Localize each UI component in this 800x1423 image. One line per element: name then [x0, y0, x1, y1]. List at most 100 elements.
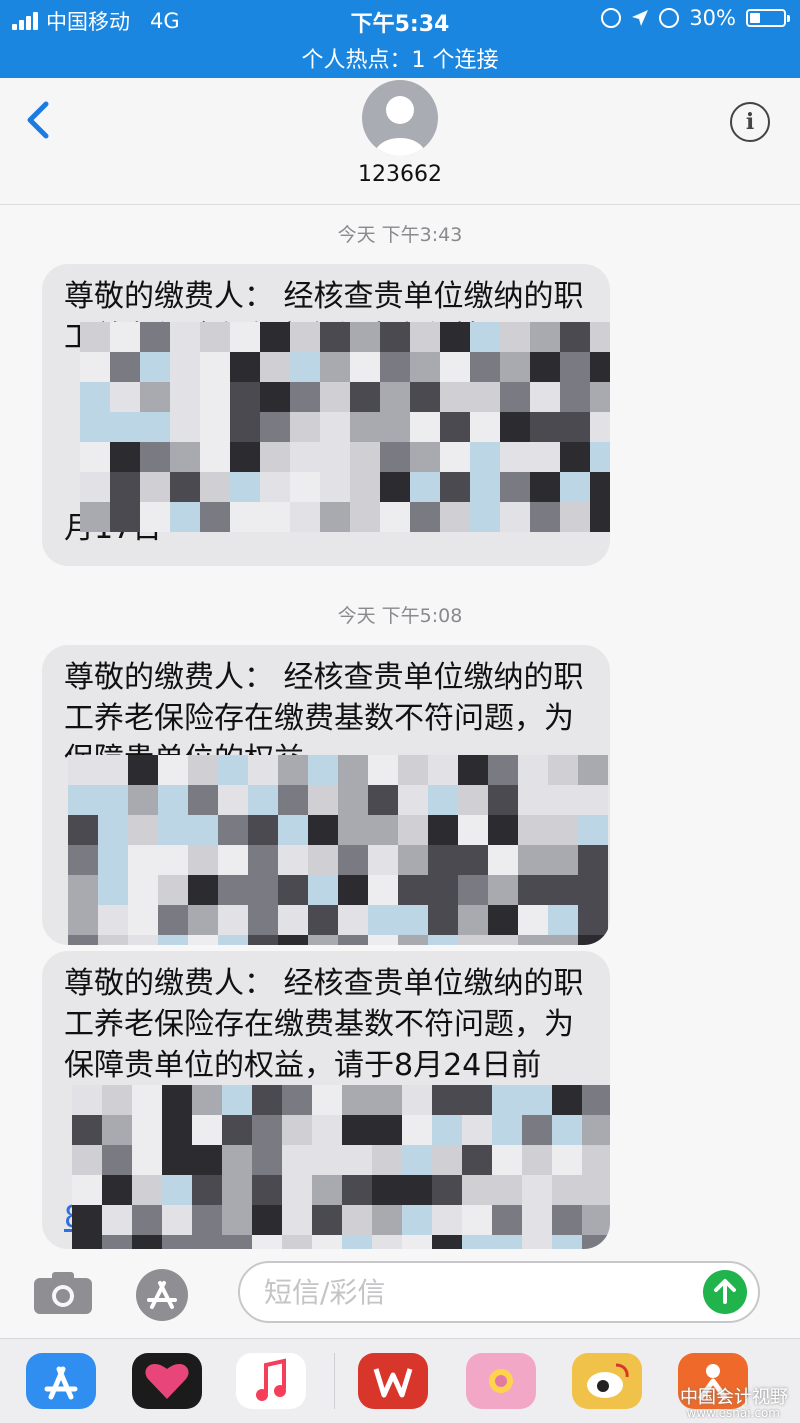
- mosaic-cell: [102, 1145, 132, 1175]
- mosaic-cell: [338, 875, 368, 905]
- mosaic-cell: [368, 905, 398, 935]
- mosaic-cell: [188, 845, 218, 875]
- mosaic-cell: [158, 815, 188, 845]
- app-drawer: [0, 1338, 800, 1423]
- mosaic-cell: [582, 1145, 610, 1175]
- chevron-left-icon[interactable]: [22, 100, 52, 140]
- mosaic-cell: [548, 845, 578, 875]
- message-input[interactable]: [238, 1261, 760, 1323]
- mosaic-cell: [312, 1175, 342, 1205]
- mosaic-cell: [380, 502, 410, 532]
- mosaic-cell: [222, 1115, 252, 1145]
- mosaic-cell: [128, 815, 158, 845]
- mosaic-cell: [192, 1115, 222, 1145]
- mosaic-cell: [110, 442, 140, 472]
- mosaic-cell: [548, 875, 578, 905]
- dock-app-store-icon[interactable]: [26, 1353, 96, 1409]
- mosaic-cell: [440, 352, 470, 382]
- mosaic-cell: [410, 322, 440, 352]
- message-bubble[interactable]: 尊敬的缴费人： 经核查贵单位缴纳的职工养老保险存在应参保未参保情况， 月17日: [42, 264, 610, 566]
- mosaic-cell: [432, 1175, 462, 1205]
- mosaic-cell: [492, 1085, 522, 1115]
- mosaic-cell: [282, 1235, 312, 1249]
- mosaic-cell: [312, 1085, 342, 1115]
- mosaic-cell: [128, 875, 158, 905]
- mosaic-cell: [162, 1235, 192, 1249]
- mosaic-cell: [518, 935, 548, 945]
- mosaic-cell: [128, 935, 158, 945]
- mosaic-cell: [312, 1205, 342, 1235]
- mosaic-cell: [188, 875, 218, 905]
- mosaic-cell: [282, 1085, 312, 1115]
- mosaic-cell: [290, 322, 320, 352]
- mosaic-cell: [522, 1235, 552, 1249]
- dock-weibo-icon[interactable]: [572, 1353, 642, 1409]
- timestamp: 今天 下午3:43: [337, 224, 463, 246]
- contact-avatar[interactable]: [362, 80, 438, 156]
- app-store-icon[interactable]: [136, 1269, 188, 1321]
- mosaic-cell: [470, 352, 500, 382]
- dock-heart-icon[interactable]: [132, 1353, 202, 1409]
- mosaic-cell: [68, 935, 98, 945]
- mosaic-cell: [140, 352, 170, 382]
- flower-glyph: [489, 1369, 513, 1393]
- mosaic-cell: [410, 442, 440, 472]
- mosaic-cell: [72, 1145, 102, 1175]
- mosaic-cell: [252, 1085, 282, 1115]
- hotspot-banner[interactable]: 个人热点：1 个连接: [0, 42, 800, 74]
- dock-wps-icon[interactable]: [358, 1353, 428, 1409]
- message-bubble[interactable]: 尊敬的缴费人： 经核查贵单位缴纳的职工养老保险存在缴费基数不符问题，为保障贵单位…: [42, 645, 610, 945]
- pixelated-redaction: [72, 1085, 610, 1249]
- mosaic-cell: [402, 1205, 432, 1235]
- mosaic-cell: [162, 1175, 192, 1205]
- mosaic-cell: [530, 412, 560, 442]
- mosaic-cell: [260, 502, 290, 532]
- mosaic-cell: [290, 472, 320, 502]
- mosaic-cell: [80, 472, 110, 502]
- mosaic-cell: [308, 785, 338, 815]
- mosaic-cell: [518, 905, 548, 935]
- mosaic-cell: [110, 352, 140, 382]
- mosaic-cell: [440, 382, 470, 412]
- mosaic-cell: [290, 352, 320, 382]
- send-arrow-icon[interactable]: [703, 1270, 747, 1314]
- mosaic-cell: [98, 935, 128, 945]
- mosaic-cell: [470, 442, 500, 472]
- mosaic-cell: [132, 1175, 162, 1205]
- contact-name[interactable]: 123662: [0, 162, 800, 187]
- mosaic-cell: [372, 1235, 402, 1249]
- mosaic-cell: [282, 1205, 312, 1235]
- mosaic-cell: [462, 1085, 492, 1115]
- mosaic-cell: [72, 1085, 102, 1115]
- message-bubble[interactable]: 尊敬的缴费人： 经核查贵单位缴纳的职工养老保险存在缴费基数不符问题，为保障贵单位…: [42, 951, 610, 1249]
- mosaic-cell: [548, 815, 578, 845]
- dock-music-icon[interactable]: [236, 1353, 306, 1409]
- mosaic-cell: [252, 1235, 282, 1249]
- mosaic-cell: [140, 472, 170, 502]
- mosaic-cell: [132, 1145, 162, 1175]
- mosaic-cell: [110, 382, 140, 412]
- camera-icon[interactable]: [32, 1270, 94, 1316]
- mosaic-cell: [530, 352, 560, 382]
- mosaic-cell: [158, 755, 188, 785]
- mosaic-cell: [530, 502, 560, 532]
- mosaic-cell: [530, 322, 560, 352]
- person-icon: [374, 96, 426, 156]
- mosaic-cell: [248, 845, 278, 875]
- mosaic-cell: [248, 785, 278, 815]
- weibo-glyph: [587, 1363, 629, 1398]
- dock-flower-icon[interactable]: [466, 1353, 536, 1409]
- info-icon[interactable]: i: [730, 102, 770, 142]
- mosaic-cell: [522, 1205, 552, 1235]
- mosaic-cell: [380, 322, 410, 352]
- mosaic-cell: [170, 472, 200, 502]
- mosaic-cell: [170, 382, 200, 412]
- mosaic-cell: [458, 875, 488, 905]
- mosaic-cell: [260, 322, 290, 352]
- mosaic-cell: [222, 1235, 252, 1249]
- mosaic-cell: [260, 352, 290, 382]
- mosaic-cell: [432, 1115, 462, 1145]
- mosaic-cell: [110, 472, 140, 502]
- conversation-header: 123662 i: [0, 78, 800, 205]
- mosaic-cell: [248, 935, 278, 945]
